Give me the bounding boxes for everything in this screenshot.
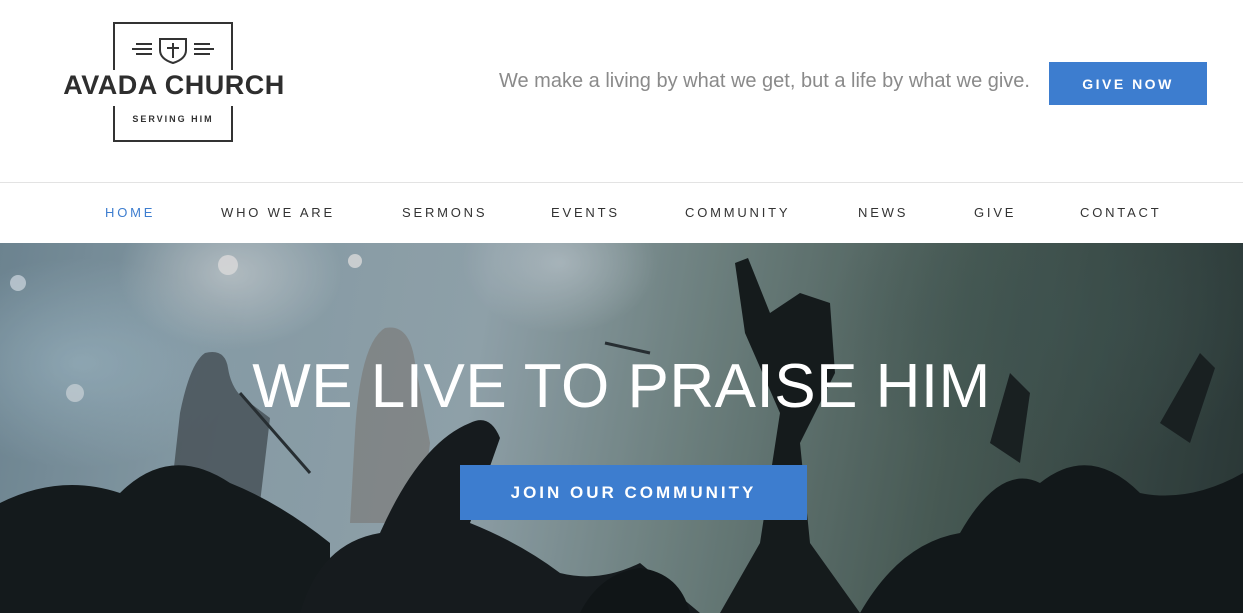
shield-cross-icon (132, 38, 214, 64)
nav-item-give[interactable]: GIVE (974, 183, 1016, 243)
hero-overlay (0, 243, 1243, 613)
join-community-button[interactable]: JOIN OUR COMMUNITY (460, 465, 807, 520)
hero-section: WE LIVE TO PRAISE HIM JOIN OUR COMMUNITY (0, 243, 1243, 613)
give-now-button[interactable]: GIVE NOW (1049, 62, 1207, 105)
main-nav: HOME WHO WE ARE SERMONS EVENTS COMMUNITY… (0, 183, 1243, 243)
site-header: AVADA CHURCH SERVING HIM We make a livin… (0, 0, 1243, 183)
nav-item-contact[interactable]: CONTACT (1080, 183, 1161, 243)
hero-title: WE LIVE TO PRAISE HIM (252, 352, 991, 421)
logo-frame-bottom (113, 106, 233, 142)
site-logo[interactable]: AVADA CHURCH SERVING HIM (58, 20, 290, 144)
nav-item-news[interactable]: NEWS (858, 183, 908, 243)
brand-name: AVADA CHURCH (63, 70, 285, 100)
nav-item-home[interactable]: HOME (105, 183, 155, 243)
nav-item-community[interactable]: COMMUNITY (685, 183, 790, 243)
nav-item-sermons[interactable]: SERMONS (402, 183, 487, 243)
brand-subtitle: SERVING HIM (132, 114, 214, 124)
header-tagline: We make a living by what we get, but a l… (498, 70, 1030, 92)
nav-item-events[interactable]: EVENTS (551, 183, 620, 243)
nav-item-who-we-are[interactable]: WHO WE ARE (221, 183, 335, 243)
